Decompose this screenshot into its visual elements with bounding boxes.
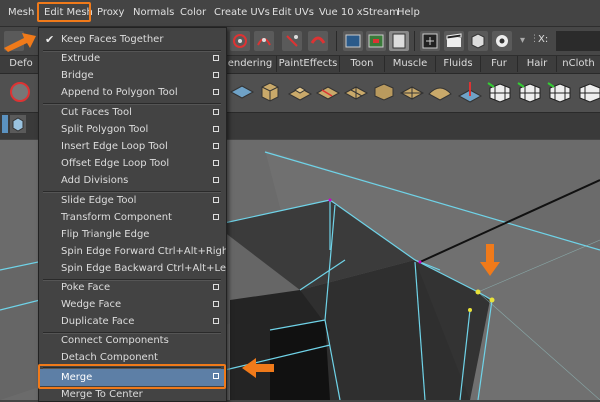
menu-item-duplicate-face[interactable]: Duplicate Face xyxy=(39,314,226,330)
bevel-icon[interactable] xyxy=(370,78,398,106)
menu-item-connect-components[interactable]: Connect Components xyxy=(39,333,226,349)
arrow-icon xyxy=(4,33,36,52)
render-settings-icon[interactable] xyxy=(420,31,440,51)
menu-item-append-to-polygon[interactable]: Append to Polygon Tool xyxy=(39,85,226,101)
menu-item-keep-faces-together[interactable]: ✔ Keep Faces Together xyxy=(39,32,226,48)
menu-vue-xstream[interactable]: Vue 10 xStream xyxy=(319,5,399,21)
menu-proxy[interactable]: Proxy xyxy=(97,5,124,21)
merge-highlight-box xyxy=(38,364,226,389)
uv-checker-icon-4[interactable] xyxy=(576,78,600,106)
panel-menu-icon[interactable] xyxy=(2,115,8,133)
wedge-face-icon[interactable] xyxy=(398,78,426,106)
edit-mesh-highlight-box xyxy=(37,2,91,22)
menu-item-poke-face[interactable]: Poke Face xyxy=(39,280,226,296)
split-polygon-icon[interactable] xyxy=(314,78,342,106)
ipr-render-icon[interactable] xyxy=(389,31,409,51)
menu-item-extrude[interactable]: Extrude xyxy=(39,51,226,67)
snap-curve-icon[interactable] xyxy=(254,31,274,51)
toolbar-divider xyxy=(336,31,337,51)
x-coordinate-input[interactable] xyxy=(556,31,600,51)
menu-mesh[interactable]: Mesh xyxy=(8,5,34,21)
menu-item-bridge[interactable]: Bridge xyxy=(39,68,226,84)
menu-item-flip-triangle-edge[interactable]: Flip Triangle Edge xyxy=(39,227,226,243)
menu-item-spin-edge-backward[interactable]: Spin Edge Backward Ctrl+Alt+Left xyxy=(39,261,226,277)
menu-item-cut-faces[interactable]: Cut Faces Tool xyxy=(39,105,226,121)
insert-edge-loop-icon[interactable] xyxy=(342,78,370,106)
poly-cube-icon[interactable] xyxy=(256,78,284,106)
tab-fluids[interactable]: Fluids xyxy=(436,56,481,72)
toolbar-divider xyxy=(414,31,415,51)
menu-item-offset-edge-loop[interactable]: Offset Edge Loop Tool xyxy=(39,156,226,172)
x-field-label: X: xyxy=(538,34,549,45)
snap-view-plane-icon[interactable] xyxy=(308,31,328,51)
option-box-icon[interactable] xyxy=(213,284,219,290)
option-box-icon[interactable] xyxy=(213,126,219,132)
option-box-icon[interactable] xyxy=(213,214,219,220)
option-box-icon[interactable] xyxy=(213,160,219,166)
option-box-icon[interactable] xyxy=(213,55,219,61)
chevron-down-icon[interactable]: ▾ xyxy=(520,35,525,46)
menu-item-slide-edge[interactable]: Slide Edge Tool xyxy=(39,193,226,209)
menu-item-split-polygon[interactable]: Split Polygon Tool xyxy=(39,122,226,138)
render-view-icon[interactable] xyxy=(492,31,512,51)
tab-rendering[interactable]: endering xyxy=(224,56,277,72)
uv-checker-icon[interactable] xyxy=(486,78,514,106)
checkmark-icon: ✔ xyxy=(45,33,55,46)
sculpt-icon[interactable] xyxy=(456,78,484,106)
menu-color[interactable]: Color xyxy=(180,5,206,21)
smooth-icon[interactable] xyxy=(426,78,454,106)
uv-checker-icon-2[interactable] xyxy=(516,78,544,106)
snap-grid-icon[interactable] xyxy=(230,31,250,51)
uv-checker-icon-3[interactable] xyxy=(546,78,574,106)
clapper-icon[interactable] xyxy=(444,31,464,51)
tab-hair[interactable]: Hair xyxy=(518,56,557,72)
menu-create-uvs[interactable]: Create UVs xyxy=(214,5,270,21)
menu-item-transform-component[interactable]: Transform Component xyxy=(39,210,226,226)
menu-item-add-divisions[interactable]: Add Divisions xyxy=(39,173,226,189)
edit-mesh-dropdown: ✔ Keep Faces Together Extrude Bridge App… xyxy=(38,27,227,402)
view-cube-icon[interactable] xyxy=(10,115,26,133)
menu-item-insert-edge-loop[interactable]: Insert Edge Loop Tool xyxy=(39,139,226,155)
arrow-left-icon xyxy=(242,358,274,378)
tab-deformation[interactable]: Defo xyxy=(0,56,43,72)
tab-fur[interactable]: Fur xyxy=(481,56,518,72)
render-frame-icon[interactable] xyxy=(366,31,386,51)
option-box-icon[interactable] xyxy=(213,197,219,203)
hypershade-icon[interactable] xyxy=(468,31,488,51)
option-box-icon[interactable] xyxy=(213,143,219,149)
option-box-icon[interactable] xyxy=(213,318,219,324)
shelf-tool-icon[interactable] xyxy=(6,78,34,106)
tab-toon[interactable]: Toon xyxy=(340,56,385,72)
menu-item-wedge-face[interactable]: Wedge Face xyxy=(39,297,226,313)
tab-ncloth[interactable]: nCloth xyxy=(557,56,600,72)
poly-plane-icon[interactable] xyxy=(228,78,256,106)
tab-muscle[interactable]: Muscle xyxy=(385,56,436,72)
menu-item-spin-edge-forward[interactable]: Spin Edge Forward Ctrl+Alt+Right xyxy=(39,244,226,260)
snap-point-icon[interactable] xyxy=(282,31,302,51)
menu-help[interactable]: Help xyxy=(397,5,420,21)
option-box-icon[interactable] xyxy=(213,301,219,307)
menu-normals[interactable]: Normals xyxy=(133,5,174,21)
option-box-icon[interactable] xyxy=(213,177,219,183)
option-box-icon[interactable] xyxy=(213,109,219,115)
extrude-icon[interactable] xyxy=(286,78,314,106)
history-icon[interactable] xyxy=(343,31,363,51)
menu-edit-uvs[interactable]: Edit UVs xyxy=(272,5,314,21)
tab-painteffects[interactable]: PaintEffects xyxy=(277,56,340,72)
arrow-down-icon xyxy=(480,244,500,276)
option-box-icon[interactable] xyxy=(213,89,219,95)
option-box-icon[interactable] xyxy=(213,72,219,78)
menu-bar: Mesh Edit Mesh Proxy Normals Color Creat… xyxy=(0,0,600,27)
